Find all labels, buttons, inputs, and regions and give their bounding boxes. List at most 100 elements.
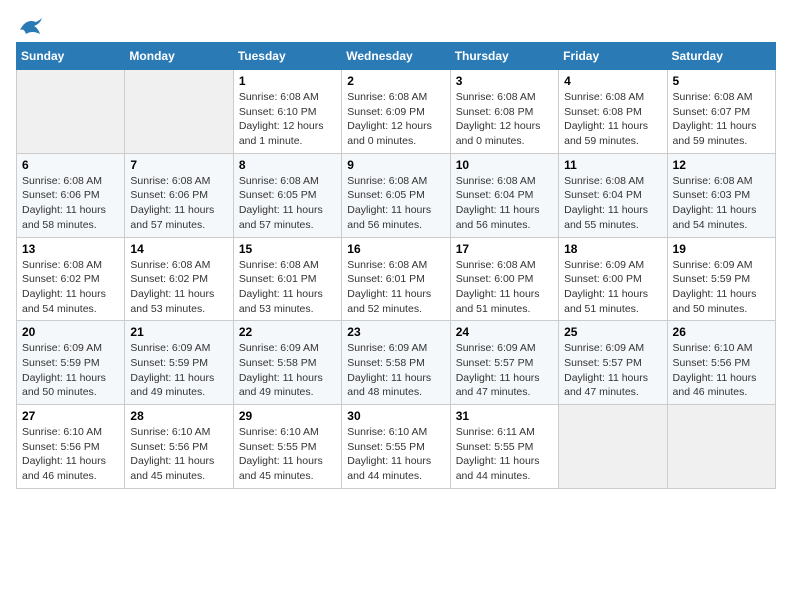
calendar-cell: 6 Sunrise: 6:08 AM Sunset: 6:06 PM Daylig… bbox=[17, 153, 125, 237]
day-info: Sunrise: 6:09 AM Sunset: 5:57 PM Dayligh… bbox=[564, 341, 661, 400]
calendar-week-row: 20 Sunrise: 6:09 AM Sunset: 5:59 PM Dayli… bbox=[17, 321, 776, 405]
calendar-cell bbox=[17, 70, 125, 154]
day-number: 25 bbox=[564, 325, 661, 339]
day-number: 29 bbox=[239, 409, 336, 423]
calendar-cell: 15 Sunrise: 6:08 AM Sunset: 6:01 PM Dayli… bbox=[233, 237, 341, 321]
day-info: Sunrise: 6:08 AM Sunset: 6:01 PM Dayligh… bbox=[239, 258, 336, 317]
day-info: Sunrise: 6:10 AM Sunset: 5:56 PM Dayligh… bbox=[130, 425, 227, 484]
day-number: 17 bbox=[456, 242, 553, 256]
calendar-cell: 17 Sunrise: 6:08 AM Sunset: 6:00 PM Dayli… bbox=[450, 237, 558, 321]
calendar-cell: 23 Sunrise: 6:09 AM Sunset: 5:58 PM Dayli… bbox=[342, 321, 450, 405]
day-info: Sunrise: 6:08 AM Sunset: 6:02 PM Dayligh… bbox=[130, 258, 227, 317]
calendar-cell: 13Sunrise: 6:08 AM Sunset: 6:02 PM Dayli… bbox=[17, 237, 125, 321]
calendar-cell: 28 Sunrise: 6:10 AM Sunset: 5:56 PM Dayli… bbox=[125, 405, 233, 489]
day-info: Sunrise: 6:08 AM Sunset: 6:06 PM Dayligh… bbox=[130, 174, 227, 233]
day-info: Sunrise: 6:10 AM Sunset: 5:55 PM Dayligh… bbox=[347, 425, 444, 484]
day-info: Sunrise: 6:10 AM Sunset: 5:55 PM Dayligh… bbox=[239, 425, 336, 484]
day-info: Sunrise: 6:09 AM Sunset: 5:59 PM Dayligh… bbox=[22, 341, 119, 400]
day-number: 28 bbox=[130, 409, 227, 423]
day-info: Sunrise: 6:08 AM Sunset: 6:04 PM Dayligh… bbox=[564, 174, 661, 233]
calendar-week-row: 27 Sunrise: 6:10 AM Sunset: 5:56 PM Dayli… bbox=[17, 405, 776, 489]
logo-text bbox=[16, 16, 46, 34]
weekday-header: Saturday bbox=[667, 43, 775, 70]
day-info: Sunrise: 6:11 AM Sunset: 5:55 PM Dayligh… bbox=[456, 425, 553, 484]
day-number: 27 bbox=[22, 409, 119, 423]
calendar-week-row: 13 Sunrise: 6:08 AM Sunset: 6:02 PM Dayli… bbox=[17, 237, 776, 321]
day-number: 24 bbox=[456, 325, 553, 339]
calendar-cell: 22 Sunrise: 6:09 AM Sunset: 5:58 PM Dayli… bbox=[233, 321, 341, 405]
calendar-cell: 2Sunrise: 6:08 AM Sunset: 6:09 PM Daylig… bbox=[342, 70, 450, 154]
day-info: Sunrise: 6:08 AM Sunset: 6:03 PM Dayligh… bbox=[673, 174, 770, 233]
weekday-header: Sunday bbox=[17, 43, 125, 70]
logo bbox=[16, 16, 46, 34]
calendar-cell: 30 Sunrise: 6:10 AM Sunset: 5:55 PM Dayli… bbox=[342, 405, 450, 489]
day-number: 9 bbox=[347, 158, 444, 172]
calendar-cell: 1Sunrise: 6:08 AM Sunset: 6:10 PM Daylig… bbox=[233, 70, 341, 154]
calendar-week-row: 1Sunrise: 6:08 AM Sunset: 6:10 PM Daylig… bbox=[17, 70, 776, 154]
page-header bbox=[16, 16, 776, 34]
day-info: Sunrise: 6:08 AM Sunset: 6:05 PM Dayligh… bbox=[347, 174, 444, 233]
weekday-header: Tuesday bbox=[233, 43, 341, 70]
day-number: 1 bbox=[239, 74, 336, 88]
calendar-cell bbox=[667, 405, 775, 489]
day-info: Sunrise: 6:09 AM Sunset: 5:59 PM Dayligh… bbox=[130, 341, 227, 400]
calendar-cell: 9 Sunrise: 6:08 AM Sunset: 6:05 PM Daylig… bbox=[342, 153, 450, 237]
weekday-header: Monday bbox=[125, 43, 233, 70]
day-number: 20 bbox=[22, 325, 119, 339]
day-info: Sunrise: 6:08 AM Sunset: 6:07 PM Dayligh… bbox=[673, 90, 770, 149]
day-info: Sunrise: 6:09 AM Sunset: 5:59 PM Dayligh… bbox=[673, 258, 770, 317]
day-info: Sunrise: 6:08 AM Sunset: 6:08 PM Dayligh… bbox=[456, 90, 553, 149]
calendar-cell: 29 Sunrise: 6:10 AM Sunset: 5:55 PM Dayli… bbox=[233, 405, 341, 489]
calendar-cell: 31 Sunrise: 6:11 AM Sunset: 5:55 PM Dayli… bbox=[450, 405, 558, 489]
calendar-cell: 19 Sunrise: 6:09 AM Sunset: 5:59 PM Dayli… bbox=[667, 237, 775, 321]
calendar-week-row: 6 Sunrise: 6:08 AM Sunset: 6:06 PM Daylig… bbox=[17, 153, 776, 237]
calendar-cell: 14 Sunrise: 6:08 AM Sunset: 6:02 PM Dayli… bbox=[125, 237, 233, 321]
day-info: Sunrise: 6:10 AM Sunset: 5:56 PM Dayligh… bbox=[22, 425, 119, 484]
weekday-header: Wednesday bbox=[342, 43, 450, 70]
calendar-cell: 26Sunrise: 6:10 AM Sunset: 5:56 PM Dayli… bbox=[667, 321, 775, 405]
day-number: 16 bbox=[347, 242, 444, 256]
calendar-cell: 3 Sunrise: 6:08 AM Sunset: 6:08 PM Daylig… bbox=[450, 70, 558, 154]
day-info: Sunrise: 6:09 AM Sunset: 5:57 PM Dayligh… bbox=[456, 341, 553, 400]
calendar-cell: 11 Sunrise: 6:08 AM Sunset: 6:04 PM Dayli… bbox=[559, 153, 667, 237]
day-info: Sunrise: 6:08 AM Sunset: 6:08 PM Dayligh… bbox=[564, 90, 661, 149]
calendar-table: SundayMondayTuesdayWednesdayThursdayFrid… bbox=[16, 42, 776, 489]
day-number: 5 bbox=[673, 74, 770, 88]
weekday-header: Thursday bbox=[450, 43, 558, 70]
calendar-cell: 24 Sunrise: 6:09 AM Sunset: 5:57 PM Dayli… bbox=[450, 321, 558, 405]
day-number: 14 bbox=[130, 242, 227, 256]
calendar-cell: 5 Sunrise: 6:08 AM Sunset: 6:07 PM Daylig… bbox=[667, 70, 775, 154]
calendar-cell bbox=[125, 70, 233, 154]
day-number: 6 bbox=[22, 158, 119, 172]
day-info: Sunrise: 6:09 AM Sunset: 6:00 PM Dayligh… bbox=[564, 258, 661, 317]
day-number: 7 bbox=[130, 158, 227, 172]
day-number: 30 bbox=[347, 409, 444, 423]
calendar-cell: 7 Sunrise: 6:08 AM Sunset: 6:06 PM Daylig… bbox=[125, 153, 233, 237]
calendar-cell: 27 Sunrise: 6:10 AM Sunset: 5:56 PM Dayli… bbox=[17, 405, 125, 489]
day-number: 3 bbox=[456, 74, 553, 88]
day-info: Sunrise: 6:08 AM Sunset: 6:09 PM Dayligh… bbox=[347, 90, 444, 149]
day-info: Sunrise: 6:09 AM Sunset: 5:58 PM Dayligh… bbox=[347, 341, 444, 400]
calendar-cell: 4 Sunrise: 6:08 AM Sunset: 6:08 PM Daylig… bbox=[559, 70, 667, 154]
day-info: Sunrise: 6:09 AM Sunset: 5:58 PM Dayligh… bbox=[239, 341, 336, 400]
day-number: 23 bbox=[347, 325, 444, 339]
day-number: 10 bbox=[456, 158, 553, 172]
calendar-cell: 16Sunrise: 6:08 AM Sunset: 6:01 PM Dayli… bbox=[342, 237, 450, 321]
day-info: Sunrise: 6:08 AM Sunset: 6:04 PM Dayligh… bbox=[456, 174, 553, 233]
day-number: 19 bbox=[673, 242, 770, 256]
logo-bird-icon bbox=[18, 16, 44, 38]
day-number: 4 bbox=[564, 74, 661, 88]
calendar-cell: 20 Sunrise: 6:09 AM Sunset: 5:59 PM Dayli… bbox=[17, 321, 125, 405]
day-number: 13 bbox=[22, 242, 119, 256]
calendar-cell: 12Sunrise: 6:08 AM Sunset: 6:03 PM Dayli… bbox=[667, 153, 775, 237]
day-number: 15 bbox=[239, 242, 336, 256]
day-info: Sunrise: 6:08 AM Sunset: 6:06 PM Dayligh… bbox=[22, 174, 119, 233]
day-number: 18 bbox=[564, 242, 661, 256]
day-number: 11 bbox=[564, 158, 661, 172]
day-info: Sunrise: 6:08 AM Sunset: 6:00 PM Dayligh… bbox=[456, 258, 553, 317]
day-number: 31 bbox=[456, 409, 553, 423]
day-number: 22 bbox=[239, 325, 336, 339]
day-info: Sunrise: 6:10 AM Sunset: 5:56 PM Dayligh… bbox=[673, 341, 770, 400]
calendar-cell: 18 Sunrise: 6:09 AM Sunset: 6:00 PM Dayli… bbox=[559, 237, 667, 321]
calendar-cell: 25 Sunrise: 6:09 AM Sunset: 5:57 PM Dayli… bbox=[559, 321, 667, 405]
